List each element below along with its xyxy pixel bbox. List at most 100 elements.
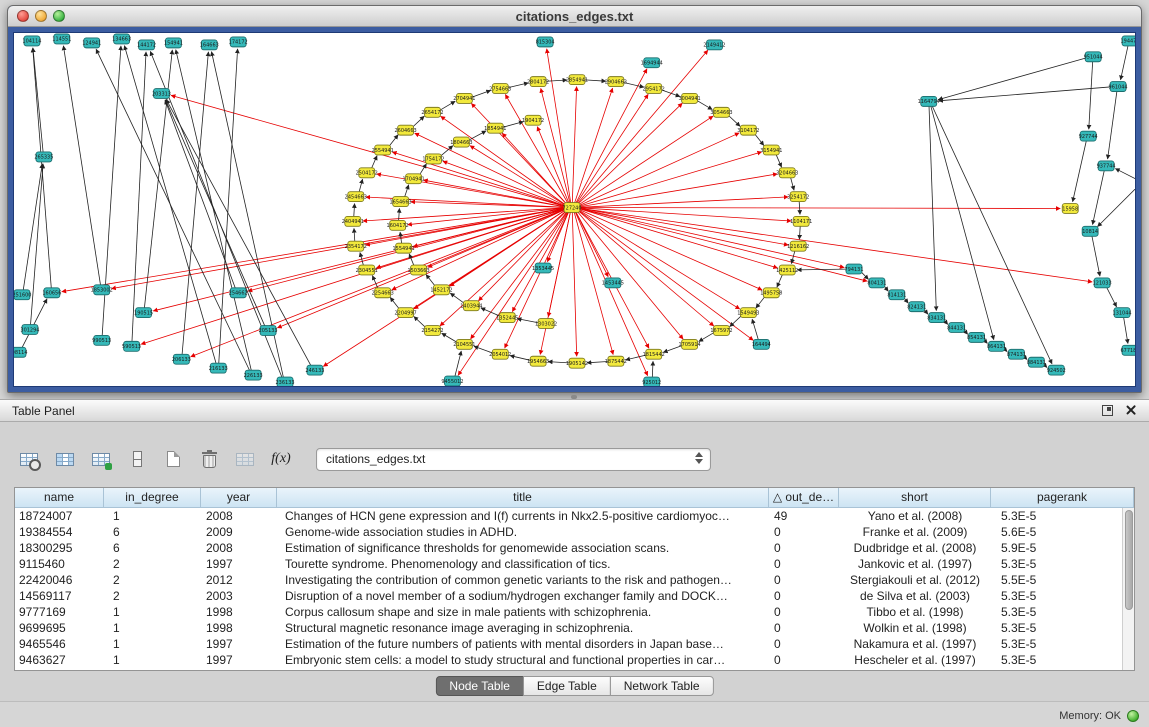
graph-node[interactable]: 2604663: [395, 125, 417, 135]
table-cell[interactable]: Estimation of significance thresholds fo…: [277, 540, 769, 556]
graph-edge[interactable]: [546, 80, 567, 81]
graph-edge[interactable]: [579, 210, 740, 309]
table-cell[interactable]: 5.6E-5: [991, 524, 1122, 540]
row-height-icon[interactable]: [122, 445, 152, 473]
graph-node[interactable]: 990513: [92, 335, 111, 345]
graph-node[interactable]: 814131: [887, 290, 906, 300]
graph-node[interactable]: 884131: [1027, 357, 1046, 367]
graph-node[interactable]: 1453445: [602, 278, 624, 288]
graph-node[interactable]: 3104172: [737, 125, 759, 135]
graph-node[interactable]: 254662: [229, 288, 248, 298]
graph-node[interactable]: 1352445: [496, 313, 518, 323]
table-row[interactable]: 2242004622012Investigating the contribut…: [15, 572, 1122, 588]
graph-node[interactable]: 1164794: [918, 96, 940, 106]
tab-edge-table[interactable]: Edge Table: [523, 676, 611, 696]
graph-node[interactable]: 1904172: [522, 115, 544, 125]
graph-node[interactable]: 226133: [244, 370, 263, 380]
column-header[interactable]: short: [839, 488, 991, 508]
table-cell[interactable]: 5.5E-5: [991, 572, 1122, 588]
graph-node[interactable]: 134663: [112, 34, 131, 44]
graph-edge[interactable]: [575, 88, 613, 203]
graph-edge[interactable]: [389, 135, 398, 147]
graph-node[interactable]: 815304: [536, 37, 555, 47]
table-cell[interactable]: 1997: [201, 556, 277, 572]
table-cell[interactable]: 0: [769, 524, 839, 540]
column-header[interactable]: name: [15, 488, 104, 508]
table-cell[interactable]: 0: [769, 556, 839, 572]
graph-edge[interactable]: [939, 87, 1110, 101]
table-cell[interactable]: 49: [769, 508, 839, 524]
graph-edge[interactable]: [354, 228, 355, 241]
table-cell[interactable]: 2: [104, 588, 201, 604]
table-cell[interactable]: 0: [769, 636, 839, 652]
graph-node[interactable]: 154941: [164, 38, 183, 48]
graph-edge[interactable]: [585, 80, 606, 81]
graph-edge[interactable]: [579, 133, 739, 206]
scrollbar-thumb[interactable]: [1125, 510, 1133, 610]
graph-edge[interactable]: [31, 164, 44, 325]
graph-edge[interactable]: [166, 100, 265, 326]
graph-node[interactable]: 144172: [137, 40, 156, 50]
graph-node[interactable]: 1954663: [527, 356, 549, 366]
graph-node[interactable]: 2304551: [356, 265, 378, 275]
graph-edge[interactable]: [405, 185, 409, 197]
close-window-button[interactable]: [17, 10, 29, 22]
graph-edge[interactable]: [756, 296, 765, 308]
graph-edge[interactable]: [578, 103, 682, 204]
graph-node[interactable]: 844131: [947, 323, 966, 333]
graph-node[interactable]: 2654172: [421, 107, 443, 117]
table-row[interactable]: 1830029562008Estimation of significance …: [15, 540, 1122, 556]
graph-node[interactable]: 3004941: [678, 93, 700, 103]
table-cell[interactable]: Tibbo et al. (1998): [839, 604, 991, 620]
graph-edge[interactable]: [575, 212, 647, 376]
graph-edge[interactable]: [1115, 169, 1135, 180]
table-cell[interactable]: 9699695: [15, 620, 104, 636]
table-cell[interactable]: 1: [104, 652, 201, 668]
graph-node[interactable]: 1654663: [390, 197, 412, 207]
table-cell[interactable]: 1: [104, 604, 201, 620]
graph-edge[interactable]: [62, 208, 564, 291]
graph-node[interactable]: 3054663: [710, 107, 732, 117]
graph-node[interactable]: 794131: [844, 264, 863, 274]
column-header[interactable]: year: [201, 488, 277, 508]
graph-edge[interactable]: [409, 254, 414, 266]
function-builder-icon[interactable]: f(x): [266, 445, 296, 473]
graph-node[interactable]: 2954172: [643, 84, 665, 94]
graph-edge[interactable]: [730, 315, 742, 326]
vertical-scrollbar[interactable]: [1122, 508, 1134, 670]
table-cell[interactable]: 1997: [201, 652, 277, 668]
graph-edge[interactable]: [580, 197, 788, 207]
graph-node[interactable]: 2204997: [395, 308, 417, 318]
graph-edge[interactable]: [171, 95, 564, 206]
minimize-window-button[interactable]: [35, 10, 47, 22]
graph-node[interactable]: 164663: [200, 40, 219, 50]
table-cell[interactable]: Estimation of the future numbers of pati…: [277, 636, 769, 652]
table-cell[interactable]: 18300295: [15, 540, 104, 556]
table-cell[interactable]: 5.3E-5: [991, 652, 1122, 668]
table-cell[interactable]: 6: [104, 540, 201, 556]
graph-edge[interactable]: [458, 212, 567, 376]
graph-node[interactable]: 834131: [927, 313, 946, 323]
graph-edge[interactable]: [359, 179, 362, 192]
graph-node[interactable]: 804131: [867, 278, 886, 288]
manage-table-icon[interactable]: [86, 445, 116, 473]
table-cell[interactable]: 0: [769, 588, 839, 604]
close-panel-icon[interactable]: [1125, 404, 1137, 416]
graph-node[interactable]: 1675972: [710, 326, 732, 336]
graph-edge[interactable]: [1121, 46, 1128, 80]
table-cell[interactable]: 14569117: [15, 588, 104, 604]
table-settings-icon[interactable]: [14, 445, 44, 473]
graph-node[interactable]: 1875442: [605, 356, 627, 366]
graph-node[interactable]: 2154272: [421, 326, 443, 336]
table-cell[interactable]: 1997: [201, 636, 277, 652]
graph-node[interactable]: 3204663: [776, 168, 798, 178]
graph-edge[interactable]: [576, 212, 608, 277]
table-cell[interactable]: Disruption of a novel member of a sodium…: [277, 588, 769, 604]
graph-edge[interactable]: [392, 210, 565, 290]
graph-edge[interactable]: [1092, 236, 1100, 276]
graph-edge[interactable]: [182, 52, 208, 354]
graph-edge[interactable]: [469, 131, 486, 140]
table-cell[interactable]: 1: [104, 508, 201, 524]
table-cell[interactable]: Genome-wide association studies in ADHD.: [277, 524, 769, 540]
graph-edge[interactable]: [1108, 91, 1117, 159]
